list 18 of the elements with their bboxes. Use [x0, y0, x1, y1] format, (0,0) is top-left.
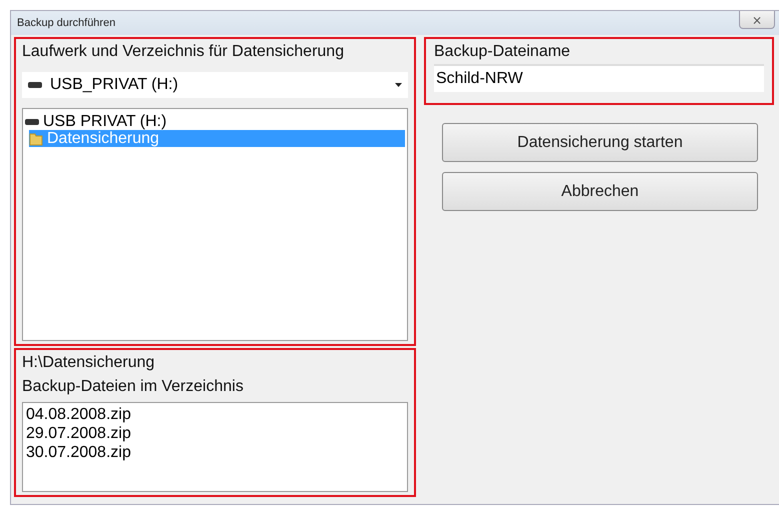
drive-dropdown[interactable]: USB_PRIVAT (H:)	[22, 72, 408, 98]
caret-icon	[395, 83, 402, 87]
section-heading: Backup-Dateien im Verzeichnis	[22, 377, 244, 397]
drive-icon	[25, 118, 39, 124]
dialog-button[interactable]: Datensicherung starten	[442, 123, 758, 162]
section-heading: Laufwerk und Verzeichnis für Datensicherung	[22, 42, 345, 62]
field-label: Backup-Dateiname	[434, 42, 572, 62]
folder-icon	[29, 132, 43, 146]
dialog-button[interactable]: Abbrechen	[442, 172, 758, 211]
close-button[interactable]: ⨯	[739, 11, 775, 29]
path-label: H:\Datensicherung	[22, 353, 156, 373]
file-item[interactable]: 30.07.2008.zip	[26, 443, 404, 462]
file-item[interactable]: 04.08.2008.zip	[26, 405, 404, 424]
tree-item[interactable]: USB PRIVAT (H:)	[25, 113, 405, 130]
filename-field[interactable]: Schild-NRW	[434, 64, 764, 92]
file-item[interactable]: 29.07.2008.zip	[26, 424, 404, 443]
window-title: Backup durchführen	[17, 17, 116, 29]
drive-icon	[28, 82, 42, 88]
